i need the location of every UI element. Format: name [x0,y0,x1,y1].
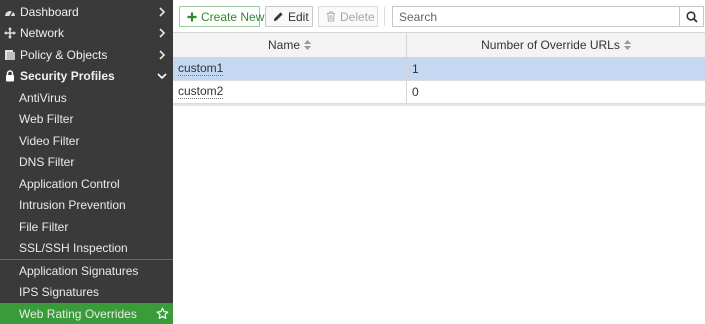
sidebar-item-label: Web Rating Overrides [19,306,137,321]
sidebar-item-label: Dashboard [20,5,79,19]
sidebar-item-dashboard[interactable]: Dashboard [0,1,173,23]
cell-name: custom1 [173,58,407,80]
chevron-right-icon [156,27,168,39]
search-icon [685,10,698,23]
chevron-right-icon [156,6,168,18]
chevron-right-icon [156,49,168,61]
sidebar-item-label: Web Filter [19,112,74,126]
search-button[interactable] [679,6,704,27]
sidebar-item-label: AntiVirus [19,91,67,105]
column-header-override-urls[interactable]: Number of Override URLs [407,33,705,57]
network-icon [4,27,16,39]
sidebar-item-application-signatures[interactable]: Application Signatures [0,260,173,282]
plus-icon [187,12,197,22]
sidebar-item-label: Application Control [19,177,120,191]
sidebar-item-video-filter[interactable]: Video Filter [0,130,173,152]
create-new-button[interactable]: Create New [179,6,264,27]
chevron-down-icon [156,70,168,82]
overrides-table: Name Number of Override URLs custom1 1 c… [173,32,705,106]
sidebar-item-label: DNS Filter [19,155,75,169]
sidebar-item-ssl-ssh-inspection[interactable]: SSL/SSH Inspection [0,237,173,259]
dashboard-icon [4,6,16,18]
sidebar-item-label: Video Filter [19,134,80,148]
lock-icon [4,70,16,82]
star-icon[interactable] [155,307,169,321]
sidebar-item-file-filter[interactable]: File Filter [0,216,173,238]
create-new-label: Create New [201,9,265,24]
sidebar-item-label: SSL/SSH Inspection [19,241,128,255]
sidebar-item-label: Application Signatures [19,264,139,278]
table-row[interactable]: custom1 1 [173,58,705,81]
row-name-link[interactable]: custom2 [178,85,224,99]
toolbar-separator [384,7,385,26]
search-input[interactable] [392,6,680,27]
sidebar-item-intrusion-prevention[interactable]: Intrusion Prevention [0,194,173,216]
sidebar-item-label: File Filter [19,220,69,234]
cell-override-count: 0 [412,85,419,99]
pencil-icon [273,11,284,22]
sort-icon [304,40,311,50]
sidebar-item-dns-filter[interactable]: DNS Filter [0,151,173,173]
sidebar-item-application-control[interactable]: Application Control [0,173,173,195]
sidebar-item-security-profiles[interactable]: Security Profiles [0,65,173,87]
toolbar: Create New Edit Delete [173,0,705,32]
sidebar-item-web-rating-overrides[interactable]: Web Rating Overrides [0,303,173,324]
column-header-name[interactable]: Name [173,33,407,57]
sidebar-item-label: Policy & Objects [20,48,108,62]
cell-name: custom2 [173,81,407,103]
sidebar-item-label: IPS Signatures [19,285,100,299]
trash-icon [326,11,336,22]
sidebar-item-label: Network [20,26,65,40]
sidebar-item-web-filter[interactable]: Web Filter [0,108,173,130]
column-header-label: Number of Override URLs [481,38,620,52]
cell-override-count: 1 [412,62,419,76]
sidebar-item-ips-signatures[interactable]: IPS Signatures [0,281,173,303]
table-footer-border [173,104,705,106]
sidebar: Dashboard Network Policy & Objects Secur… [0,0,173,324]
sidebar-item-label: Intrusion Prevention [19,198,126,212]
row-name-link[interactable]: custom1 [178,62,224,76]
sidebar-item-label: Security Profiles [20,69,115,83]
sidebar-item-policy-objects[interactable]: Policy & Objects [0,44,173,66]
sidebar-item-network[interactable]: Network [0,22,173,44]
policy-icon [4,49,16,61]
edit-label: Edit [288,9,309,24]
table-header: Name Number of Override URLs [173,32,705,58]
column-header-label: Name [267,38,300,52]
sidebar-item-antivirus[interactable]: AntiVirus [0,87,173,109]
delete-label: Delete [340,9,375,24]
sort-icon [623,40,631,50]
delete-button[interactable]: Delete [318,6,378,27]
table-row[interactable]: custom2 0 [173,81,705,104]
edit-button[interactable]: Edit [265,6,313,27]
